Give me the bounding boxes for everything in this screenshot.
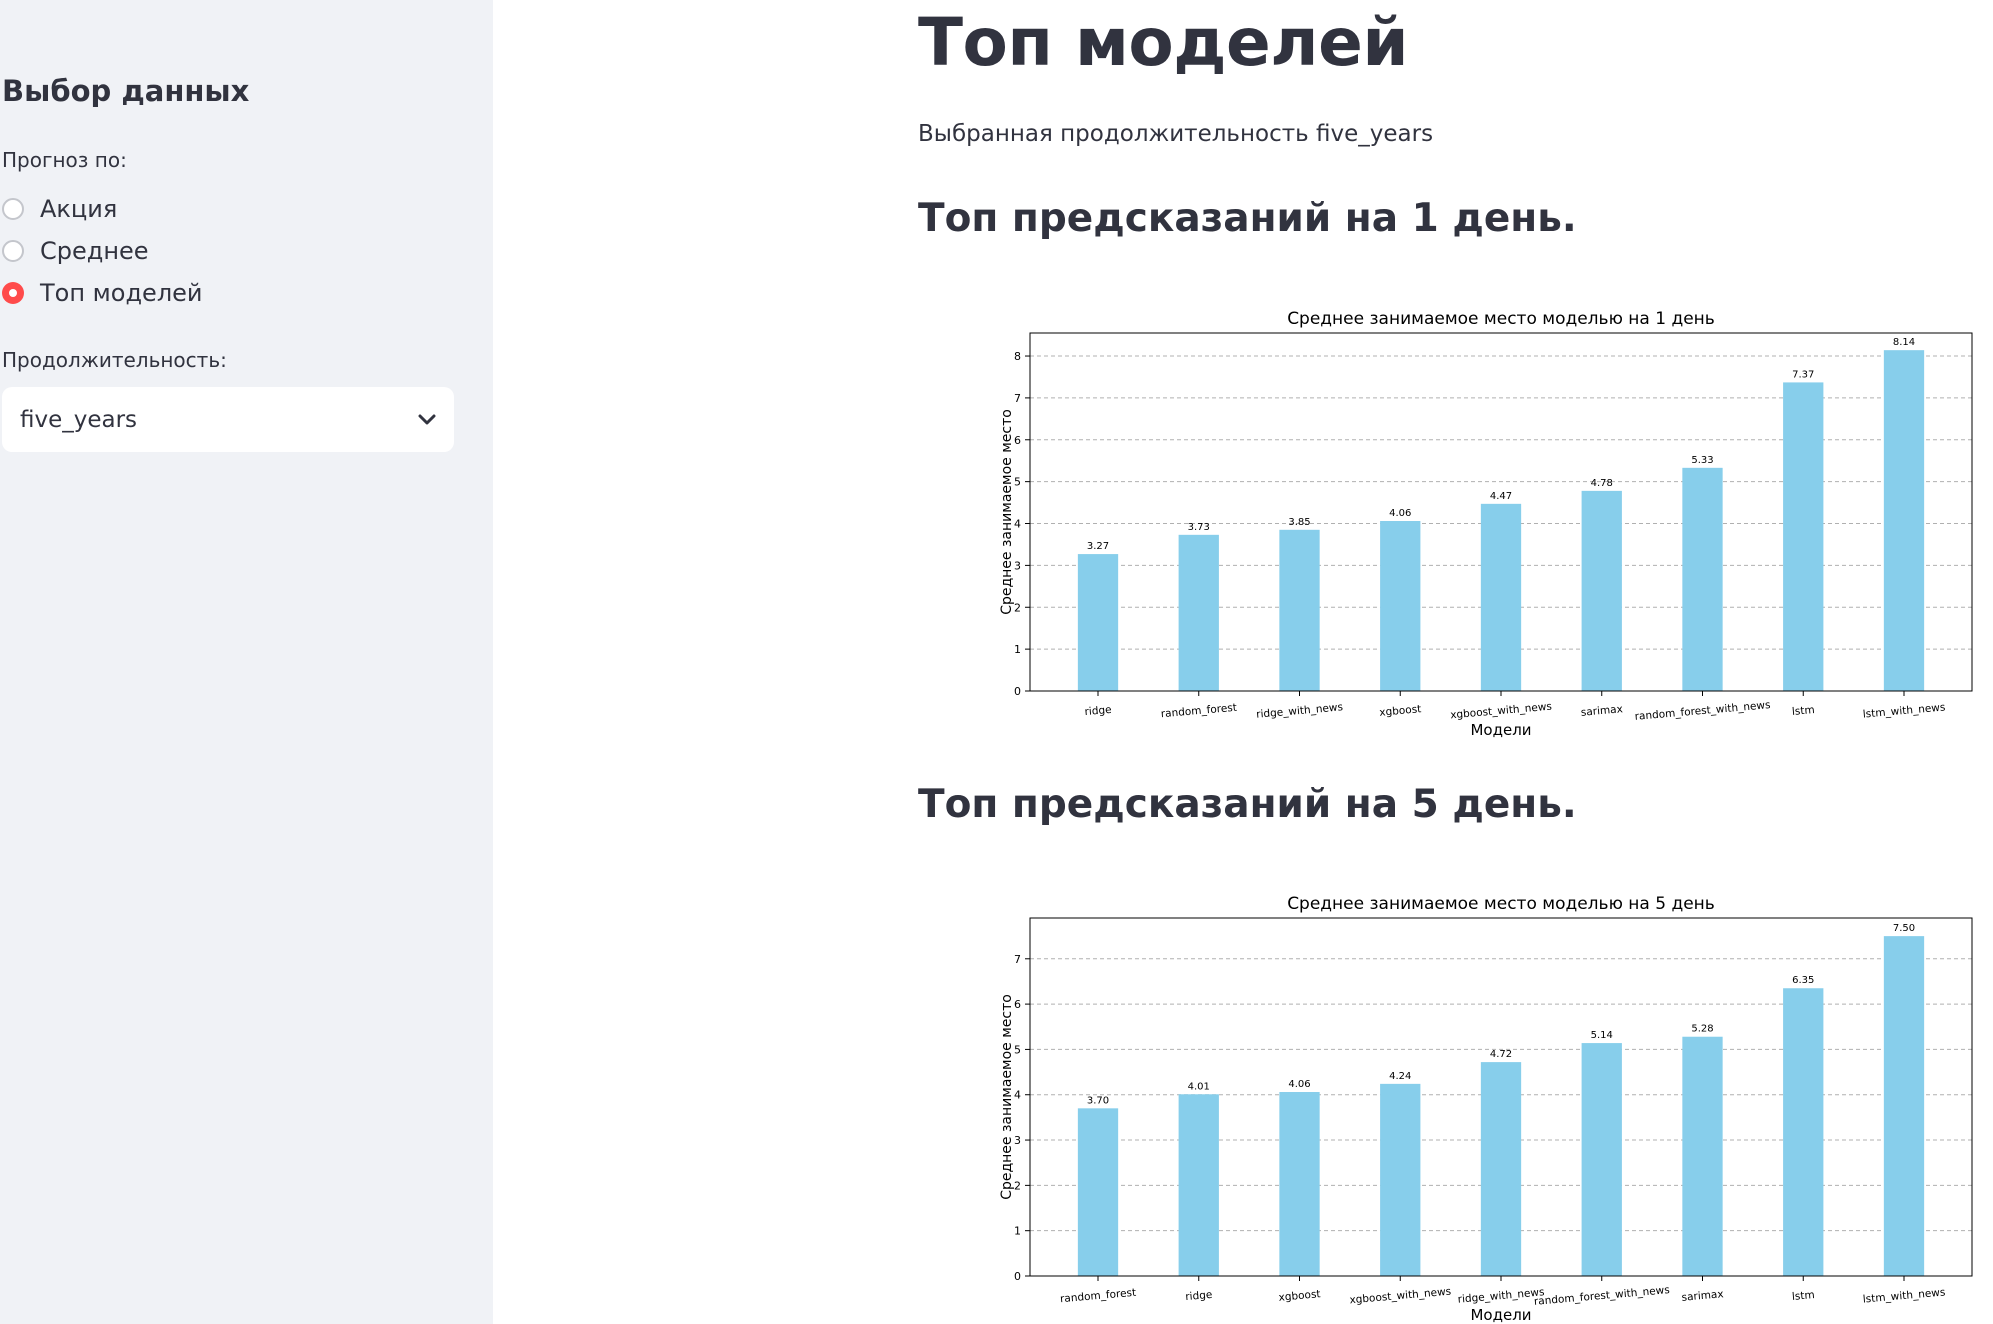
y-tick-label: 7 xyxy=(1014,953,1021,966)
forecast-label: Прогноз по: xyxy=(2,148,127,172)
radio-option-label: Топ моделей xyxy=(40,279,203,307)
y-tick-label: 7 xyxy=(1014,392,1021,405)
y-tick-label: 0 xyxy=(1014,685,1021,698)
bar xyxy=(1077,1108,1119,1276)
radio-option-label: Акция xyxy=(40,195,118,223)
bar xyxy=(1783,988,1824,1276)
y-tick-label: 4 xyxy=(1014,518,1021,531)
duration-label: Продолжительность: xyxy=(2,348,227,372)
bar-value-label: 6.35 xyxy=(1792,975,1814,986)
sidebar: Выбор данных Прогноз по: Акция Среднее Т… xyxy=(0,0,493,1324)
bar-value-label: 3.70 xyxy=(1087,1095,1109,1106)
x-tick-label: random_forest_with_news xyxy=(1634,699,1771,723)
bar xyxy=(1682,1036,1723,1276)
chart-day1: Среднее занимаемое место моделью на 1 де… xyxy=(999,309,1973,739)
bar xyxy=(1581,490,1622,691)
y-tick-label: 3 xyxy=(1014,1134,1021,1147)
bar-value-label: 5.28 xyxy=(1691,1024,1713,1035)
chart-title: Среднее занимаемое место моделью на 1 де… xyxy=(1287,309,1715,329)
bar-value-label: 4.01 xyxy=(1188,1081,1210,1092)
x-tick-label: random_forest_with_news xyxy=(1533,1284,1670,1308)
bar xyxy=(1279,1092,1320,1276)
bar xyxy=(1581,1043,1622,1276)
radio-button-selected-icon[interactable] xyxy=(2,282,24,304)
bar-value-label: 4.06 xyxy=(1288,1079,1310,1090)
chart-title: Среднее занимаемое место моделью на 5 де… xyxy=(1287,894,1715,914)
bar-value-label: 3.73 xyxy=(1188,522,1210,533)
bar xyxy=(1380,1083,1421,1276)
radio-option-average[interactable]: Среднее xyxy=(2,235,149,267)
bar-value-label: 4.72 xyxy=(1490,1049,1512,1060)
duration-select[interactable]: five_years xyxy=(2,387,454,452)
bar-value-label: 8.14 xyxy=(1893,337,1915,348)
x-tick-label: sarimax xyxy=(1580,703,1623,719)
x-tick-label: sarimax xyxy=(1681,1288,1724,1304)
x-axis-label: Модели xyxy=(1470,721,1531,739)
bar-value-label: 4.47 xyxy=(1490,491,1512,502)
y-tick-label: 6 xyxy=(1014,434,1021,447)
y-tick-label: 1 xyxy=(1014,1225,1021,1238)
x-tick-label: ridge xyxy=(1084,704,1112,718)
bar xyxy=(1178,534,1219,691)
y-tick-label: 6 xyxy=(1014,998,1021,1011)
bar-value-label: 7.37 xyxy=(1792,369,1814,380)
radio-option-stock[interactable]: Акция xyxy=(2,193,117,225)
x-tick-label: random_forest xyxy=(1160,702,1237,721)
x-tick-label: xgboost xyxy=(1278,1288,1321,1304)
radio-option-top-models[interactable]: Топ моделей xyxy=(2,277,203,309)
x-tick-label: ridge_with_news xyxy=(1256,701,1344,721)
bar-value-label: 5.33 xyxy=(1691,455,1713,466)
page-title: Топ моделей xyxy=(918,4,1409,81)
y-tick-label: 2 xyxy=(1014,601,1021,614)
x-tick-label: xgboost_with_news xyxy=(1349,1286,1452,1307)
chart-day5: Среднее занимаемое место моделью на 5 де… xyxy=(999,894,1973,1324)
y-tick-label: 3 xyxy=(1014,559,1021,572)
bar-value-label: 4.06 xyxy=(1389,508,1411,519)
bar xyxy=(1077,554,1119,691)
x-tick-label: ridge_with_news xyxy=(1457,1286,1545,1306)
bar-value-label: 7.50 xyxy=(1893,923,1915,934)
bar xyxy=(1480,503,1522,691)
y-axis-label: Среднее занимаемое место xyxy=(999,409,1015,615)
section-header-day1: Топ предсказаний на 1 день. xyxy=(918,196,1577,241)
x-tick-label: ridge xyxy=(1185,1289,1213,1303)
y-tick-label: 4 xyxy=(1014,1089,1021,1102)
bar-value-label: 5.14 xyxy=(1591,1030,1613,1041)
bar xyxy=(1783,382,1824,691)
x-tick-label: xgboost xyxy=(1379,703,1422,719)
radio-button-icon[interactable] xyxy=(2,240,24,262)
bar-value-label: 4.24 xyxy=(1389,1071,1411,1082)
bar-value-label: 3.85 xyxy=(1288,517,1310,528)
bar xyxy=(1480,1062,1522,1276)
duration-select-value: five_years xyxy=(20,406,138,433)
x-tick-label: random_forest xyxy=(1060,1287,1137,1306)
x-tick-label: lstm_with_news xyxy=(1862,1286,1945,1305)
y-tick-label: 5 xyxy=(1014,476,1021,489)
bar xyxy=(1178,1094,1219,1276)
y-tick-label: 8 xyxy=(1014,350,1021,363)
y-axis-label: Среднее занимаемое место xyxy=(999,994,1015,1200)
x-tick-label: lstm xyxy=(1791,704,1815,718)
bar xyxy=(1682,467,1723,691)
x-axis-label: Модели xyxy=(1470,1306,1531,1324)
y-tick-label: 2 xyxy=(1014,1179,1021,1192)
selected-duration-text: Выбранная продолжительность five_years xyxy=(918,121,1434,147)
bar xyxy=(1883,350,1925,691)
bar xyxy=(1883,936,1925,1276)
bar-value-label: 4.78 xyxy=(1591,478,1613,489)
x-tick-label: lstm_with_news xyxy=(1862,701,1945,720)
bar-value-label: 3.27 xyxy=(1087,541,1109,552)
bar xyxy=(1279,529,1320,691)
section-header-day5: Топ предсказаний на 5 день. xyxy=(918,782,1577,827)
x-tick-label: lstm xyxy=(1791,1289,1815,1303)
chevron-down-icon xyxy=(418,414,436,424)
bar xyxy=(1380,521,1421,691)
radio-option-label: Среднее xyxy=(40,237,149,265)
radio-button-icon[interactable] xyxy=(2,198,24,220)
y-tick-label: 5 xyxy=(1014,1043,1021,1056)
y-tick-label: 1 xyxy=(1014,643,1021,656)
x-tick-label: xgboost_with_news xyxy=(1450,701,1553,722)
y-tick-label: 0 xyxy=(1014,1270,1021,1283)
sidebar-header: Выбор данных xyxy=(2,74,250,108)
